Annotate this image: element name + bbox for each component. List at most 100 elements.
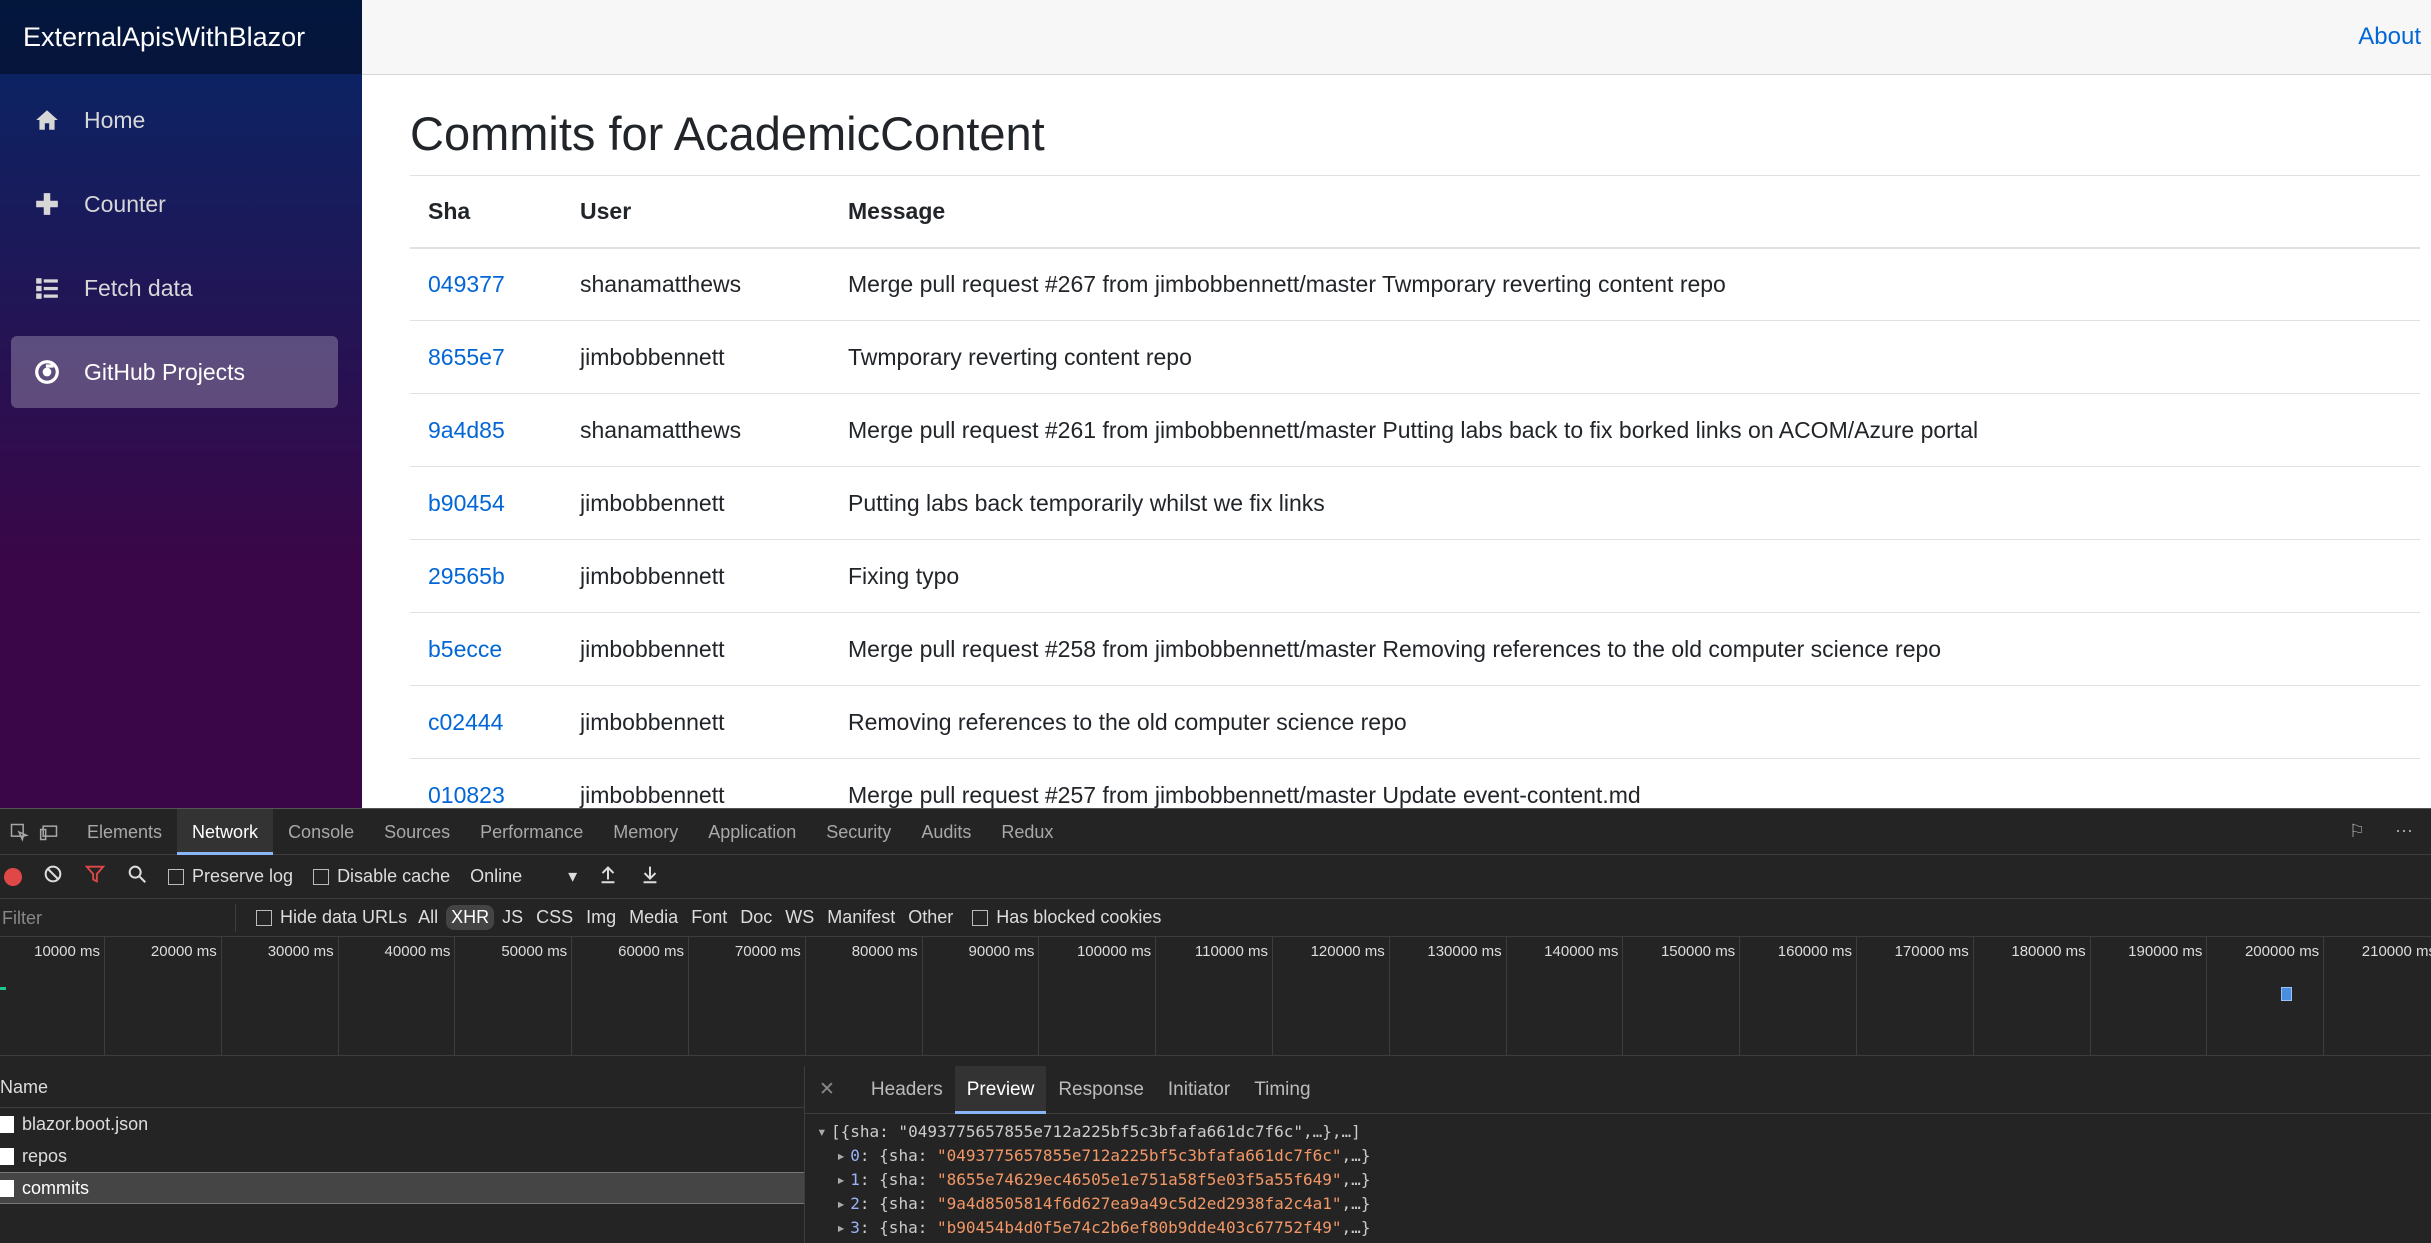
filter-type-manifest[interactable]: Manifest bbox=[822, 905, 900, 930]
json-root-text: [{sha: "0493775657855e712a225bf5c3bfafa6… bbox=[831, 1122, 1361, 1141]
commit-sha-link[interactable]: 010823 bbox=[428, 782, 505, 808]
filter-type-media[interactable]: Media bbox=[624, 905, 683, 930]
filter-type-font[interactable]: Font bbox=[686, 905, 732, 930]
disable-cache-checkbox[interactable]: Disable cache bbox=[313, 866, 450, 887]
detail-tab-initiator[interactable]: Initiator bbox=[1156, 1066, 1242, 1114]
nav-item-github-projects[interactable]: GitHub Projects bbox=[11, 336, 338, 408]
timeline-request-marker bbox=[2281, 987, 2292, 1001]
filter-type-ws[interactable]: WS bbox=[780, 905, 819, 930]
devtools-tab-audits[interactable]: Audits bbox=[906, 809, 986, 855]
import-har-icon[interactable] bbox=[597, 863, 619, 890]
request-row[interactable]: blazor.boot.json bbox=[0, 1108, 804, 1140]
json-item-line[interactable]: ▸ 3: {sha: "b90454b4d0f5e74c2b6ef80b9dde4… bbox=[817, 1216, 2431, 1240]
sha-cell: 049377 bbox=[410, 247, 562, 321]
detail-tab-response[interactable]: Response bbox=[1046, 1066, 1156, 1114]
json-preview: ▾ [{sha: "0493775657855e712a225bf5c3bfafa… bbox=[805, 1114, 2431, 1240]
devtools-tab-network[interactable]: Network bbox=[177, 808, 274, 855]
record-button[interactable] bbox=[4, 867, 22, 886]
devtools-tab-sources[interactable]: Sources bbox=[369, 809, 465, 855]
checkbox-box[interactable] bbox=[313, 868, 330, 885]
filter-icon[interactable] bbox=[84, 863, 106, 890]
nav-item-home[interactable]: Home bbox=[11, 84, 338, 156]
commit-sha-link[interactable]: c02444 bbox=[428, 709, 503, 735]
resource-type-filters: All XHR JS CSS Img Media Font Doc WS Manifest Othe… bbox=[413, 905, 958, 930]
network-toolbar: Preserve log Disable cache Online ▾ bbox=[0, 855, 2431, 899]
has-blocked-cookies-checkbox[interactable]: Has blocked cookies bbox=[972, 907, 1161, 928]
filter-type-css[interactable]: CSS bbox=[531, 905, 578, 930]
request-row[interactable]: repos bbox=[0, 1140, 804, 1172]
clear-icon[interactable] bbox=[42, 863, 64, 890]
nav-item-label: Fetch data bbox=[84, 274, 193, 301]
expand-triangle-icon[interactable]: ▸ bbox=[836, 1192, 850, 1216]
page-content: Commits for AcademicContent Sha User Mes… bbox=[362, 103, 2431, 832]
filter-type-other[interactable]: Other bbox=[903, 905, 958, 930]
devtools-tab-elements[interactable]: Elements bbox=[72, 809, 177, 855]
devtools-tab-security[interactable]: Security bbox=[811, 809, 906, 855]
table-row: b5ecce jimbobbennett Merge pull request #2… bbox=[410, 612, 2420, 686]
commit-sha-link[interactable]: b90454 bbox=[428, 490, 505, 516]
column-header-name[interactable]: Name bbox=[0, 1066, 804, 1108]
expand-triangle-icon[interactable]: ▸ bbox=[836, 1144, 850, 1168]
export-har-icon[interactable] bbox=[639, 863, 661, 890]
message-cell: Fixing typo bbox=[830, 539, 2420, 613]
filter-type-all[interactable]: All bbox=[413, 905, 443, 930]
devtools-tab-performance[interactable]: Performance bbox=[465, 809, 598, 855]
devtools-tab-console[interactable]: Console bbox=[273, 809, 369, 855]
devtools-tab-redux[interactable]: Redux bbox=[986, 809, 1068, 855]
throttling-select[interactable]: Online ▾ bbox=[470, 866, 578, 887]
checkbox-box[interactable] bbox=[168, 868, 184, 885]
blazor-app: ExternalApisWithBlazor Home Counter Fetc… bbox=[0, 0, 2431, 832]
json-root-line[interactable]: ▾ [{sha: "0493775657855e712a225bf5c3bfafa… bbox=[817, 1120, 2431, 1144]
expand-triangle-icon[interactable]: ▾ bbox=[817, 1120, 831, 1144]
device-toolbar-icon[interactable] bbox=[38, 821, 60, 843]
commit-sha-link[interactable]: b5ecce bbox=[428, 636, 502, 662]
filter-type-xhr[interactable]: XHR bbox=[446, 905, 495, 930]
close-icon[interactable]: ✕ bbox=[819, 1078, 835, 1101]
filter-input[interactable]: Filter bbox=[0, 903, 236, 932]
detail-tab-timing[interactable]: Timing bbox=[1242, 1066, 1322, 1114]
json-item-line[interactable]: ▸ 2: {sha: "9a4d8505814f6d627ea9a49c5d2ed… bbox=[817, 1192, 2431, 1216]
network-lower-pane: Name blazor.boot.json repos commits ✕ Head… bbox=[0, 1065, 2431, 1243]
hide-data-urls-checkbox[interactable]: Hide data URLs bbox=[256, 907, 407, 928]
sha-cell: c02444 bbox=[410, 685, 562, 759]
preserve-log-checkbox[interactable]: Preserve log bbox=[168, 866, 293, 887]
inspect-element-icon[interactable] bbox=[8, 821, 30, 843]
json-item-line[interactable]: ▸ 0: {sha: "0493775657855e712a225bf5c3bfa… bbox=[817, 1144, 2431, 1168]
json-item-line[interactable]: ▸ 1: {sha: "8655e74629ec46505e1e751a58f5e… bbox=[817, 1168, 2431, 1192]
filter-type-js[interactable]: JS bbox=[497, 905, 528, 930]
request-row[interactable]: commits bbox=[0, 1172, 804, 1204]
table-row: 29565b jimbobbennett Fixing typo bbox=[410, 539, 2420, 613]
sha-cell: 8655e7 bbox=[410, 320, 562, 394]
request-name: blazor.boot.json bbox=[22, 1113, 149, 1134]
brand-title[interactable]: ExternalApisWithBlazor bbox=[0, 0, 362, 74]
commit-sha-link[interactable]: 049377 bbox=[428, 271, 505, 297]
more-options-icon[interactable]: ⋯ bbox=[2395, 821, 2413, 842]
checkbox-box[interactable] bbox=[256, 909, 272, 926]
file-icon bbox=[0, 1115, 14, 1133]
expand-triangle-icon[interactable]: ▸ bbox=[836, 1168, 850, 1192]
network-overview-timeline[interactable]: 10000 ms 20000 ms 30000 ms 40000 ms 50000 ms… bbox=[0, 937, 2431, 1056]
disable-cache-label: Disable cache bbox=[337, 866, 451, 886]
filter-type-doc[interactable]: Doc bbox=[735, 905, 777, 930]
detail-tab-headers[interactable]: Headers bbox=[859, 1066, 955, 1114]
commit-sha-link[interactable]: 29565b bbox=[428, 563, 505, 589]
feedback-icon[interactable]: ⚐ bbox=[2349, 821, 2365, 842]
commit-sha-link[interactable]: 9a4d85 bbox=[428, 417, 505, 443]
request-list: Name blazor.boot.json repos commits bbox=[0, 1066, 805, 1243]
devtools-tab-memory[interactable]: Memory bbox=[598, 809, 693, 855]
checkbox-box[interactable] bbox=[972, 909, 989, 926]
commit-sha-link[interactable]: 8655e7 bbox=[428, 344, 505, 370]
nav-item-counter[interactable]: Counter bbox=[11, 168, 338, 240]
nav-item-fetch-data[interactable]: Fetch data bbox=[11, 252, 338, 324]
search-icon[interactable] bbox=[126, 863, 148, 890]
devtools-tab-application[interactable]: Application bbox=[693, 809, 811, 855]
filter-type-img[interactable]: Img bbox=[581, 905, 621, 930]
about-link[interactable]: About bbox=[2358, 23, 2421, 51]
expand-triangle-icon[interactable]: ▸ bbox=[836, 1216, 850, 1240]
message-cell: Merge pull request #258 from jimbobbenne… bbox=[830, 612, 2420, 686]
message-cell: Removing references to the old computer … bbox=[830, 685, 2420, 759]
dropdown-arrow-icon: ▾ bbox=[568, 866, 578, 886]
detail-tab-preview[interactable]: Preview bbox=[954, 1065, 1047, 1114]
message-cell: Merge pull request #267 from jimbobbenne… bbox=[830, 247, 2420, 321]
user-cell: jimbobbennett bbox=[562, 612, 830, 686]
